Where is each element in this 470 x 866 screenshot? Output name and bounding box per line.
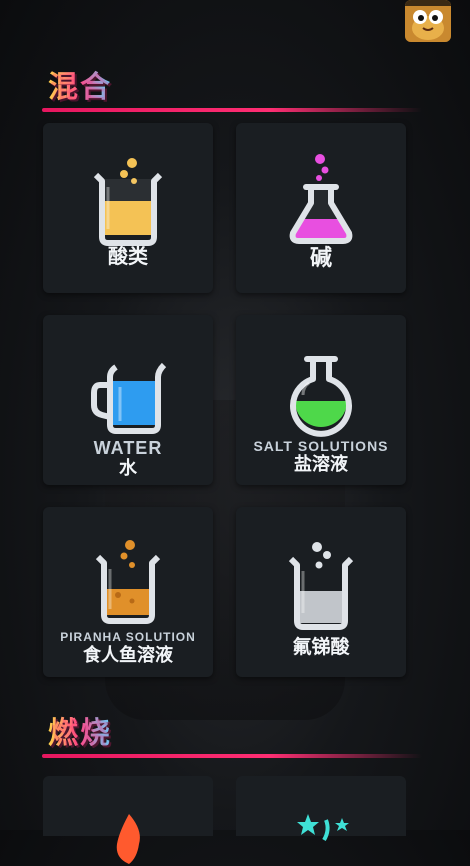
- avatar[interactable]: [405, 0, 451, 42]
- sparkle-icon: [297, 814, 349, 842]
- card-burn-2[interactable]: [236, 776, 406, 842]
- beaker-icon: [288, 542, 354, 630]
- avatar-icon: [405, 0, 451, 42]
- card-base[interactable]: 碱: [236, 123, 406, 293]
- card-salt-label: 盐溶液: [294, 454, 348, 475]
- card-base-label: 碱: [309, 246, 332, 271]
- beaker-icon: [93, 158, 163, 246]
- section-title-burn: 燃烧: [48, 708, 112, 752]
- card-salt-solutions[interactable]: SALT SOLUTIONS 盐溶液: [236, 315, 406, 485]
- card-fluoro-label: 氟锑酸: [292, 636, 350, 658]
- card-piranha-label-en: PIRANHA SOLUTION: [60, 630, 196, 644]
- card-water-label: 水: [119, 458, 137, 479]
- section-divider-burn: [42, 754, 422, 758]
- beaker-icon: [95, 540, 161, 624]
- flame-icon: [116, 814, 140, 864]
- card-acid[interactable]: 酸类: [43, 123, 213, 293]
- pitcher-icon: [91, 362, 167, 434]
- card-water-label-en: WATER: [93, 438, 163, 458]
- card-salt-label-en: SALT SOLUTIONS: [253, 438, 389, 454]
- card-piranha-label: 食人鱼溶液: [83, 645, 173, 666]
- round-flask-icon: [290, 356, 352, 437]
- section-title-mix: 混合: [48, 62, 112, 106]
- card-piranha-solution[interactable]: PIRANHA SOLUTION 食人鱼溶液: [43, 507, 213, 677]
- flask-icon: [289, 154, 353, 244]
- card-fluoroantimonic-acid[interactable]: 氟锑酸: [236, 507, 406, 677]
- section-divider-mix: [42, 108, 422, 112]
- card-acid-label: 酸类: [108, 244, 148, 268]
- card-burn-1[interactable]: [43, 776, 213, 864]
- card-water[interactable]: WATER 水: [43, 315, 213, 485]
